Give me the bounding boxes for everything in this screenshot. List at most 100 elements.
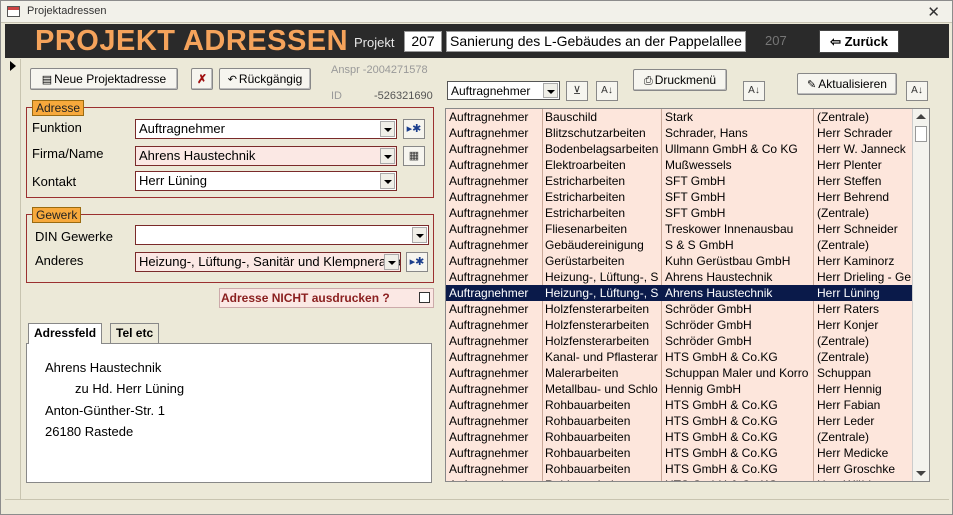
list-scrollbar[interactable]: [912, 109, 929, 481]
refresh-button[interactable]: ✎ Aktualisieren: [797, 73, 897, 95]
list-cell-kontakt: Herr Medicke: [817, 446, 889, 460]
list-row[interactable]: Auftragnehmer Estricharbeiten SFT GmbH Herr…: [446, 173, 912, 189]
scroll-thumb[interactable]: [915, 126, 927, 142]
list-row[interactable]: Auftragnehmer Rohbauarbeiten HTS GmbH & Co…: [446, 413, 912, 429]
list-cell-firma: HTS GmbH & Co.KG: [665, 446, 778, 460]
list-row[interactable]: Auftragnehmer Rohbauarbeiten HTS GmbH & Co…: [446, 461, 912, 477]
project-name-field[interactable]: Sanierung des L-Gebäudes an der Pappelal…: [446, 31, 746, 52]
new-funktion-button[interactable]: ▸✱: [403, 119, 425, 139]
kontakt-value: Herr Lüning: [139, 173, 207, 188]
delete-record-icon: ✗: [196, 72, 208, 86]
list-cell-funktion: Auftragnehmer: [449, 366, 529, 380]
list-cell-kontakt: Herr Drieling - Ge: [817, 270, 912, 284]
sort-button-2[interactable]: A↓: [743, 81, 765, 101]
list-cell-funktion: Auftragnehmer: [449, 382, 529, 396]
list-cell-gewerk: Rohbauarbeiten: [545, 430, 631, 444]
list-cell-kontakt: (Zentrale): [817, 206, 870, 220]
chevron-down-icon[interactable]: [380, 148, 395, 164]
sort-button-1[interactable]: A↓: [596, 81, 618, 101]
new-record-icon: ▤: [41, 74, 53, 86]
list-cell-kontakt: (Zentrale): [817, 350, 870, 364]
ansprechpartner-id: Anspr -2004271578: [331, 64, 428, 76]
close-icon[interactable]: ✕: [927, 3, 940, 21]
project-number-field[interactable]: 207: [404, 31, 442, 52]
scroll-up-icon[interactable]: [916, 114, 926, 119]
list-cell-kontakt: (Zentrale): [817, 110, 870, 124]
new-gewerk-button[interactable]: ▸✱: [406, 252, 428, 272]
clear-filter-button[interactable]: ⊻: [566, 81, 588, 101]
delete-record-button[interactable]: ✗: [191, 68, 213, 90]
tab-tel-etc[interactable]: Tel etc: [110, 323, 160, 343]
list-cell-firma: HTS GmbH & Co.KG: [665, 350, 778, 364]
address-list[interactable]: Auftragnehmer Bauschild Stark (Zentrale) Auf…: [445, 108, 930, 482]
back-button[interactable]: ⇦ Zurück: [819, 30, 899, 53]
tab-adressfeld[interactable]: Adressfeld: [28, 323, 103, 344]
list-cell-kontakt: Herr Behrend: [817, 190, 890, 204]
page-title: PROJEKT ADRESSEN: [35, 25, 349, 57]
list-cell-funktion: Auftragnehmer: [449, 142, 529, 156]
list-row[interactable]: Auftragnehmer Metallbau- und Schlo Hennig …: [446, 381, 912, 397]
list-cell-funktion: Auftragnehmer: [449, 446, 529, 460]
list-row[interactable]: Auftragnehmer Gerüstarbeiten Kuhn Gerüstba…: [446, 253, 912, 269]
list-row[interactable]: Auftragnehmer Estricharbeiten SFT GmbH Herr…: [446, 189, 912, 205]
kontakt-combo[interactable]: Herr Lüning: [135, 171, 397, 191]
sort-az-icon: A↓: [748, 85, 760, 96]
list-row[interactable]: Auftragnehmer Heizung-, Lüftung-, Sa Ahren…: [446, 269, 912, 285]
address-line-3: Anton-Günther-Str. 1: [45, 403, 165, 418]
list-cell-funktion: Auftragnehmer: [449, 238, 529, 252]
list-cell-kontakt: Herr Leder: [817, 414, 875, 428]
list-row[interactable]: Auftragnehmer Gebäudereinigung S & S GmbH (…: [446, 237, 912, 253]
list-row[interactable]: Auftragnehmer Rohbauarbeiten HTS GmbH & Co…: [446, 445, 912, 461]
filter-combo[interactable]: Auftragnehmer: [447, 81, 560, 100]
chevron-down-icon[interactable]: [380, 173, 395, 189]
anderes-combo[interactable]: Heizung-, Lüftung-, Sanitär und Klempner…: [135, 252, 401, 272]
list-cell-gewerk: Malerarbeiten: [545, 366, 619, 380]
list-row[interactable]: Auftragnehmer Holzfensterarbeiten Schröder…: [446, 317, 912, 333]
list-cell-gewerk: Elektroarbeiten: [545, 158, 626, 172]
list-cell-gewerk: Holzfensterarbeiten: [545, 334, 650, 348]
list-row[interactable]: Auftragnehmer Rohbauarbeiten HTS GmbH & Co…: [446, 397, 912, 413]
list-row[interactable]: Auftragnehmer Fliesenarbeiten Treskower In…: [446, 221, 912, 237]
scroll-down-icon[interactable]: [916, 471, 926, 476]
list-cell-funktion: Auftragnehmer: [449, 477, 541, 481]
list-row[interactable]: Auftragnehmer Heizung-, Lüftung-, Sa Ahren…: [446, 285, 912, 301]
new-address-button[interactable]: ▤ Neue Projektadresse: [30, 68, 178, 90]
din-gewerke-label: DIN Gewerke: [35, 229, 114, 244]
list-row[interactable]: Auftragnehmer Rohbauarbeiten HTS GmbH & Co…: [446, 429, 912, 445]
list-row[interactable]: Auftragnehmer Bodenbelagsarbeiten Ullmann …: [446, 141, 912, 157]
list-row[interactable]: Auftragnehmer Elektroarbeiten Mußwessels He…: [446, 157, 912, 173]
list-row[interactable]: Auftragnehmer Blitzschutzarbeiten Schrader…: [446, 125, 912, 141]
print-menu-button[interactable]: ⎙ Druckmenü: [633, 69, 727, 91]
list-row[interactable]: Auftragnehmer Bauschild Stark (Zentrale): [446, 109, 912, 125]
chevron-down-icon[interactable]: [380, 121, 395, 137]
din-gewerke-combo[interactable]: [135, 225, 429, 245]
list-cell-funktion: Auftragnehmer: [449, 414, 529, 428]
funktion-value: Auftragnehmer: [139, 121, 225, 136]
chevron-down-icon[interactable]: [543, 83, 558, 98]
chevron-down-icon[interactable]: [384, 254, 399, 270]
funktion-combo[interactable]: Auftragnehmer: [135, 119, 397, 139]
undo-button[interactable]: ↶ Rückgängig: [219, 68, 311, 90]
list-row[interactable]: Auftragnehmer Malerarbeiten Schuppan Maler…: [446, 365, 912, 381]
list-row[interactable]: Auftragnehmer Rohbauarbeiten HTS GmbH & Co…: [446, 477, 912, 481]
list-row[interactable]: Auftragnehmer Kanal- und Pflasterar HTS Gm…: [446, 349, 912, 365]
chevron-down-icon[interactable]: [412, 227, 427, 243]
title-bar: Projektadressen ✕: [1, 1, 952, 23]
address-book-button[interactable]: ▦: [403, 146, 425, 166]
list-cell-kontakt: Herr Fabian: [817, 398, 881, 412]
list-cell-firma: Schrader, Hans: [665, 126, 748, 140]
list-cell-gewerk: Rohbauarbeiten: [545, 462, 631, 476]
list-row[interactable]: Auftragnehmer Holzfensterarbeiten Schröder…: [446, 333, 912, 349]
nicht-drucken-checkbox[interactable]: [419, 292, 430, 303]
list-row[interactable]: Auftragnehmer Estricharbeiten SFT GmbH (Zen…: [446, 205, 912, 221]
list-cell-kontakt: Herr Lüning: [817, 286, 880, 300]
list-row[interactable]: Auftragnehmer Holzfensterarbeiten Schröder…: [446, 301, 912, 317]
list-cell-kontakt: Herr W. Janneck: [817, 142, 906, 156]
sort-button-3[interactable]: A↓: [906, 81, 928, 101]
firma-combo[interactable]: Ahrens Haustechnik: [135, 146, 397, 166]
list-cell-kontakt: Herr Groschke: [817, 462, 896, 476]
list-cell-gewerk: Rohbauarbeiten: [545, 446, 631, 460]
sort-az-icon: A↓: [911, 85, 923, 96]
list-cell-gewerk: Rohbauarbeiten: [545, 398, 631, 412]
record-selector[interactable]: [5, 59, 21, 499]
